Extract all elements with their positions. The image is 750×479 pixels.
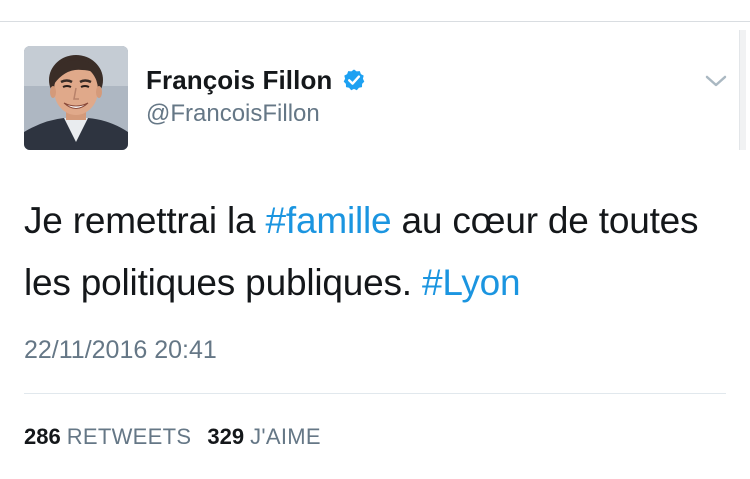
top-divider <box>0 21 750 22</box>
author-name-row[interactable]: François Fillon <box>146 62 366 98</box>
profile-photo <box>24 46 128 150</box>
chevron-down-icon[interactable] <box>704 72 728 90</box>
tweet-stats: 286 RETWEETS 329 J'AIME <box>24 424 321 450</box>
retweets-label[interactable]: RETWEETS <box>67 424 192 450</box>
hashtag-link[interactable]: #famille <box>266 200 392 241</box>
stats-divider <box>24 393 726 394</box>
tweet-text-segment: Je remettrai la <box>24 200 266 241</box>
tweet-timestamp[interactable]: 22/11/2016 20:41 <box>24 336 217 365</box>
author-handle[interactable]: @FrancoisFillon <box>146 100 320 128</box>
likes-count[interactable]: 329 <box>207 424 244 450</box>
avatar[interactable] <box>24 46 128 150</box>
author-display-name[interactable]: François Fillon <box>146 65 332 96</box>
likes-label[interactable]: J'AIME <box>250 424 321 450</box>
retweets-count[interactable]: 286 <box>24 424 61 450</box>
scrollbar[interactable] <box>739 30 746 150</box>
verified-badge-icon <box>342 68 366 92</box>
hashtag-link[interactable]: #Lyon <box>422 262 521 303</box>
tweet-text: Je remettrai la #famille au cœur de tout… <box>24 190 724 314</box>
